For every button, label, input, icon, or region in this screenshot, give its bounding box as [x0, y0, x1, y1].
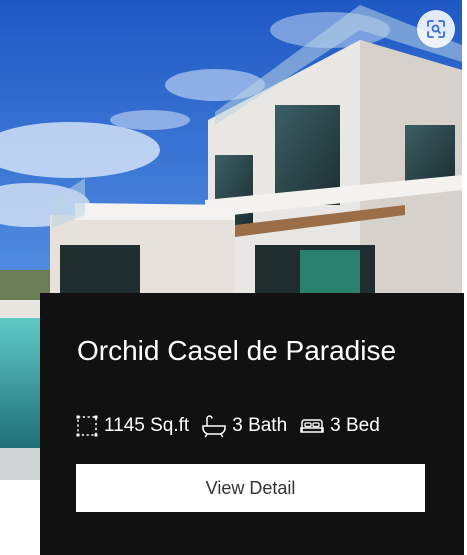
- feature-bath: 3 Bath: [201, 414, 287, 438]
- bed-icon: [300, 419, 324, 433]
- feature-area-text: 1145 Sq.ft: [104, 415, 190, 436]
- property-title: Orchid Casel de Paradise: [77, 335, 397, 366]
- scan-icon: [427, 20, 445, 38]
- property-info-panel: Orchid Casel de Paradise 1145 Sq.ft 3 Ba…: [40, 293, 464, 555]
- scan-button[interactable]: [417, 10, 455, 48]
- feature-bed-text: 3 Bed: [330, 415, 380, 436]
- area-icon: [76, 415, 98, 437]
- property-card: Orchid Casel de Paradise 1145 Sq.ft 3 Ba…: [0, 0, 467, 555]
- feature-bed: 3 Bed: [299, 414, 380, 438]
- view-detail-button[interactable]: View Detail: [76, 464, 425, 512]
- feature-bath-text: 3 Bath: [232, 415, 288, 436]
- feature-area: 1145 Sq.ft: [75, 414, 189, 438]
- bathtub-icon: [202, 415, 226, 438]
- property-features: 1145 Sq.ft 3 Bath 3 Bed: [75, 414, 392, 438]
